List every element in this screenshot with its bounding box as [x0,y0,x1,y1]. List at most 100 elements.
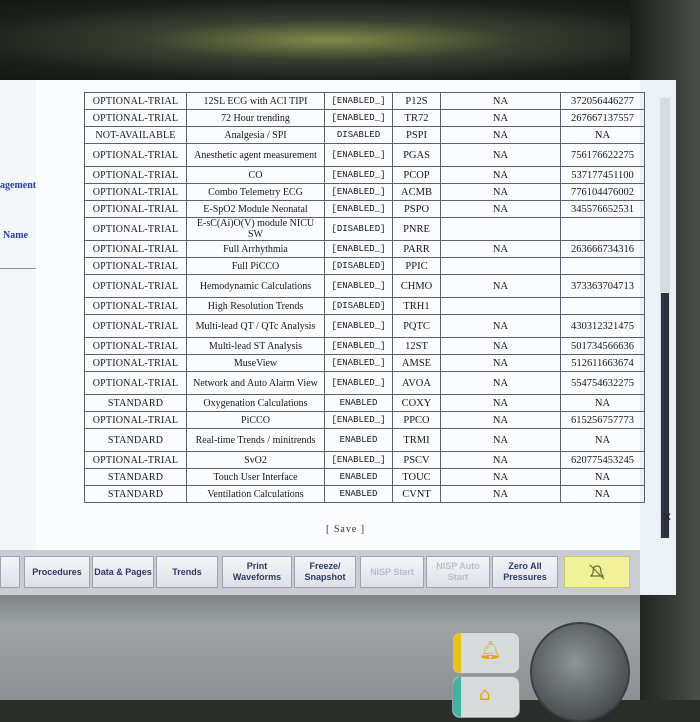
toolbar-button-partial[interactable] [0,556,20,588]
table-row[interactable]: OPTIONAL-TRIAL Combo Telemetry ECG [ENABLE… [84,183,645,201]
license-table: OPTIONAL-TRIAL 12SL ECG with ACI TIPI [ENA… [84,92,645,503]
feature-cell: Real-time Trends / minitrends [186,428,325,452]
table-row[interactable]: OPTIONAL-TRIAL Full Arrhythmia [ENABLED_] P… [84,240,645,258]
status-cell: OPTIONAL-TRIAL [84,143,187,167]
feature-cell: Ventilation Calculations [186,485,325,503]
state-cell: ENABLED [324,485,393,503]
feature-cell: Hemodynamic Calculations [186,274,325,298]
table-row[interactable]: OPTIONAL-TRIAL Full PiCCO [DISABLED] PPIC [84,257,645,275]
status-cell: OPTIONAL-TRIAL [84,274,187,298]
na-cell: NA [440,354,561,372]
key-cell [560,217,645,241]
nisp-start-button[interactable]: NISP Start [360,556,424,588]
feature-cell: Touch User Interface [186,468,325,486]
code-cell: PNRE [392,217,441,241]
table-row[interactable]: OPTIONAL-TRIAL MuseView [ENABLED_] AMSE NA 51… [84,354,645,372]
code-cell: PPCO [392,411,441,429]
table-row[interactable]: OPTIONAL-TRIAL 12SL ECG with ACI TIPI [ENA… [84,92,645,110]
trends-button[interactable]: Trends [156,556,218,588]
close-icon[interactable]: ✕ [662,510,672,524]
table-row[interactable]: OPTIONAL-TRIAL E-SpO2 Module Neonatal [ENA… [84,200,645,218]
state-cell: [ENABLED_] [324,166,393,184]
table-row[interactable]: OPTIONAL-TRIAL E-sC(Ai)O(V) module NICU S… [84,217,645,241]
table-row[interactable]: OPTIONAL-TRIAL Multi-lead QT / QTc Analys… [84,314,645,338]
trim-knob[interactable] [530,622,630,722]
table-row[interactable]: STANDARD Oxygenation Calculations ENABLED C… [84,394,645,412]
na-cell: NA [440,428,561,452]
zero-all-pressures-button[interactable]: Zero All Pressures [492,556,558,588]
table-row[interactable]: STANDARD Real-time Trends / minitrends ENA… [84,428,645,452]
state-cell: [ENABLED_] [324,354,393,372]
na-cell: NA [440,183,561,201]
hardware-alarm-button[interactable]: 🔔︎ [452,632,520,674]
table-row[interactable]: OPTIONAL-TRIAL Anesthetic agent measureme… [84,143,645,167]
procedures-button[interactable]: Procedures [24,556,90,588]
table-row[interactable]: OPTIONAL-TRIAL 72 Hour trending [ENABLED_]… [84,109,645,127]
code-cell: ACMB [392,183,441,201]
code-cell: AVOA [392,371,441,395]
na-cell: NA [440,109,561,127]
status-cell: OPTIONAL-TRIAL [84,411,187,429]
state-cell: [ENABLED_] [324,200,393,218]
nav-label-name[interactable]: Name [3,230,28,241]
nisp-auto-start-button[interactable]: NISP Auto Start [426,556,490,588]
table-row[interactable]: STANDARD Ventilation Calculations ENABLED C… [84,485,645,503]
feature-cell: SvO2 [186,451,325,469]
na-cell: NA [440,166,561,184]
table-row[interactable]: STANDARD Touch User Interface ENABLED TOUC N… [84,468,645,486]
code-cell: TR72 [392,109,441,127]
state-cell: ENABLED [324,394,393,412]
status-cell: OPTIONAL-TRIAL [84,371,187,395]
status-cell: OPTIONAL-TRIAL [84,217,187,241]
code-cell: PSPO [392,200,441,218]
state-cell: [DISABLED] [324,217,393,241]
code-cell: 12ST [392,337,441,355]
code-cell: COXY [392,394,441,412]
feature-cell: PiCCO [186,411,325,429]
na-cell [440,217,561,241]
feature-cell: MuseView [186,354,325,372]
code-cell: AMSE [392,354,441,372]
key-cell [560,297,645,315]
state-cell: [ENABLED_] [324,183,393,201]
vertical-scrollbar[interactable] [660,98,670,538]
feature-cell: CO [186,166,325,184]
table-row[interactable]: OPTIONAL-TRIAL Multi-lead ST Analysis [ENA… [84,337,645,355]
nav-divider [0,268,36,269]
code-cell: TRMI [392,428,441,452]
print-waveforms-button[interactable]: Print Waveforms [222,556,292,588]
table-row[interactable]: OPTIONAL-TRIAL Network and Auto Alarm Vie… [84,371,645,395]
home-stripe [453,677,461,717]
alarm-silence-button[interactable] [564,556,630,588]
key-cell: NA [560,468,645,486]
table-row[interactable]: OPTIONAL-TRIAL SvO2 [ENABLED_] PSCV NA 620775… [84,451,645,469]
feature-cell: Multi-lead ST Analysis [186,337,325,355]
code-cell: CHMO [392,274,441,298]
freeze-snapshot-button[interactable]: Freeze/ Snapshot [294,556,356,588]
key-cell [560,257,645,275]
nav-label-management[interactable]: agement [0,180,36,191]
table-row[interactable]: OPTIONAL-TRIAL Hemodynamic Calculations [E… [84,274,645,298]
table-row[interactable]: NOT-AVAILABLE Analgesia / SPI DISABLED PSPI… [84,126,645,144]
status-cell: OPTIONAL-TRIAL [84,314,187,338]
table-row[interactable]: OPTIONAL-TRIAL High Resolution Trends [DIS… [84,297,645,315]
status-cell: OPTIONAL-TRIAL [84,354,187,372]
code-cell: PGAS [392,143,441,167]
table-row[interactable]: OPTIONAL-TRIAL PiCCO [ENABLED_] PPCO NA 61525… [84,411,645,429]
key-cell: 756176622275 [560,143,645,167]
status-cell: STANDARD [84,468,187,486]
na-cell: NA [440,240,561,258]
state-cell: [ENABLED_] [324,92,393,110]
state-cell: [DISABLED] [324,257,393,275]
scrollbar-thumb[interactable] [661,293,669,538]
state-cell: [ENABLED_] [324,451,393,469]
feature-cell: Full Arrhythmia [186,240,325,258]
home-icon: ⌂ [479,684,491,705]
na-cell: NA [440,274,561,298]
data-pages-button[interactable]: Data & Pages [92,556,154,588]
state-cell: [ENABLED_] [324,274,393,298]
save-button[interactable]: [ Save ] [326,524,365,535]
na-cell: NA [440,451,561,469]
hardware-home-button[interactable]: ⌂ [452,676,520,718]
table-row[interactable]: OPTIONAL-TRIAL CO [ENABLED_] PCOP NA 53717745… [84,166,645,184]
